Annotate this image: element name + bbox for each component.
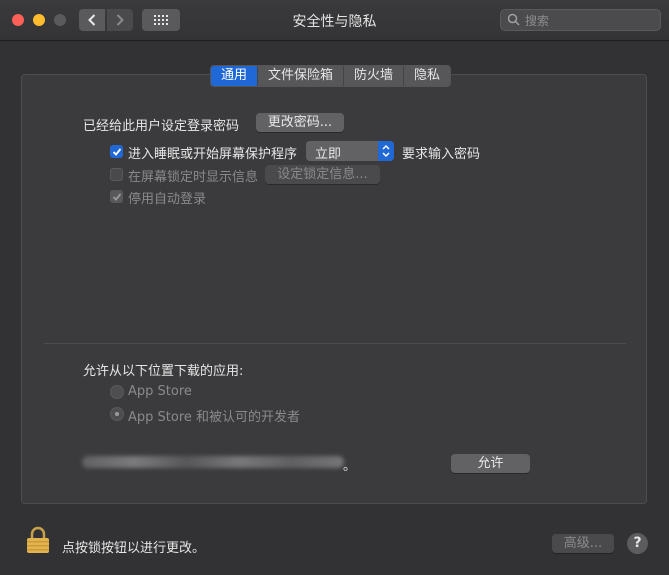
show-lock-message-label: 在屏幕锁定时显示信息 <box>128 170 259 185</box>
radio-dot <box>115 412 119 416</box>
tab-firewall[interactable]: 防火墙 <box>343 66 404 86</box>
allow-downloads-heading: 允许从以下位置下载的应用: <box>83 364 244 379</box>
search-field[interactable] <box>500 9 661 31</box>
select-value: 立即 <box>315 147 342 162</box>
disable-auto-login-checkbox[interactable] <box>110 190 123 203</box>
preferences-window: 安全性与隐私 通用 文件保险箱 防火墙 隐私 已经给此用户设定登录密码 更改密码… <box>0 0 669 575</box>
password-set-label: 已经给此用户设定登录密码 <box>83 119 240 134</box>
tab-privacy[interactable]: 隐私 <box>403 66 451 86</box>
help-button[interactable]: ? <box>627 533 648 554</box>
divider <box>44 343 626 344</box>
require-password-delay-select[interactable]: 立即 <box>306 141 394 162</box>
tab-general[interactable]: 通用 <box>211 66 258 86</box>
checkmark-icon <box>112 192 121 201</box>
allow-button[interactable]: 允许 <box>451 454 530 473</box>
require-password-suffix: 要求输入密码 <box>402 147 481 162</box>
radio-app-store[interactable] <box>110 385 124 399</box>
disable-auto-login-label: 停用自动登录 <box>128 192 207 207</box>
change-password-button[interactable]: 更改密码... <box>256 113 344 132</box>
set-lock-message-button[interactable]: 设定锁定信息... <box>265 165 380 184</box>
blocked-app-message-redacted <box>82 456 344 468</box>
padlock-icon <box>27 526 49 553</box>
search-input[interactable] <box>523 12 657 30</box>
require-password-label: 进入睡眠或开始屏幕保护程序 <box>128 147 298 162</box>
tab-filevault[interactable]: 文件保险箱 <box>257 66 344 86</box>
require-password-checkbox[interactable] <box>110 145 123 158</box>
blocked-app-message-tail: 。 <box>343 459 357 474</box>
lock-button[interactable] <box>26 526 50 558</box>
radio-app-store-label: App Store <box>128 384 192 399</box>
tab-bar: 通用 文件保险箱 防火墙 隐私 <box>210 65 452 87</box>
checkmark-icon <box>112 147 121 156</box>
search-icon <box>507 13 520 26</box>
radio-app-store-identified-label: App Store 和被认可的开发者 <box>128 410 301 425</box>
lock-hint-text: 点按锁按钮以进行更改。 <box>62 541 206 556</box>
select-arrows-icon <box>378 141 394 161</box>
title-bar: 安全性与隐私 <box>0 0 669 41</box>
radio-app-store-identified[interactable] <box>110 407 124 421</box>
show-lock-message-checkbox[interactable] <box>110 168 123 181</box>
general-panel <box>21 74 647 504</box>
advanced-button[interactable]: 高级... <box>552 534 614 553</box>
